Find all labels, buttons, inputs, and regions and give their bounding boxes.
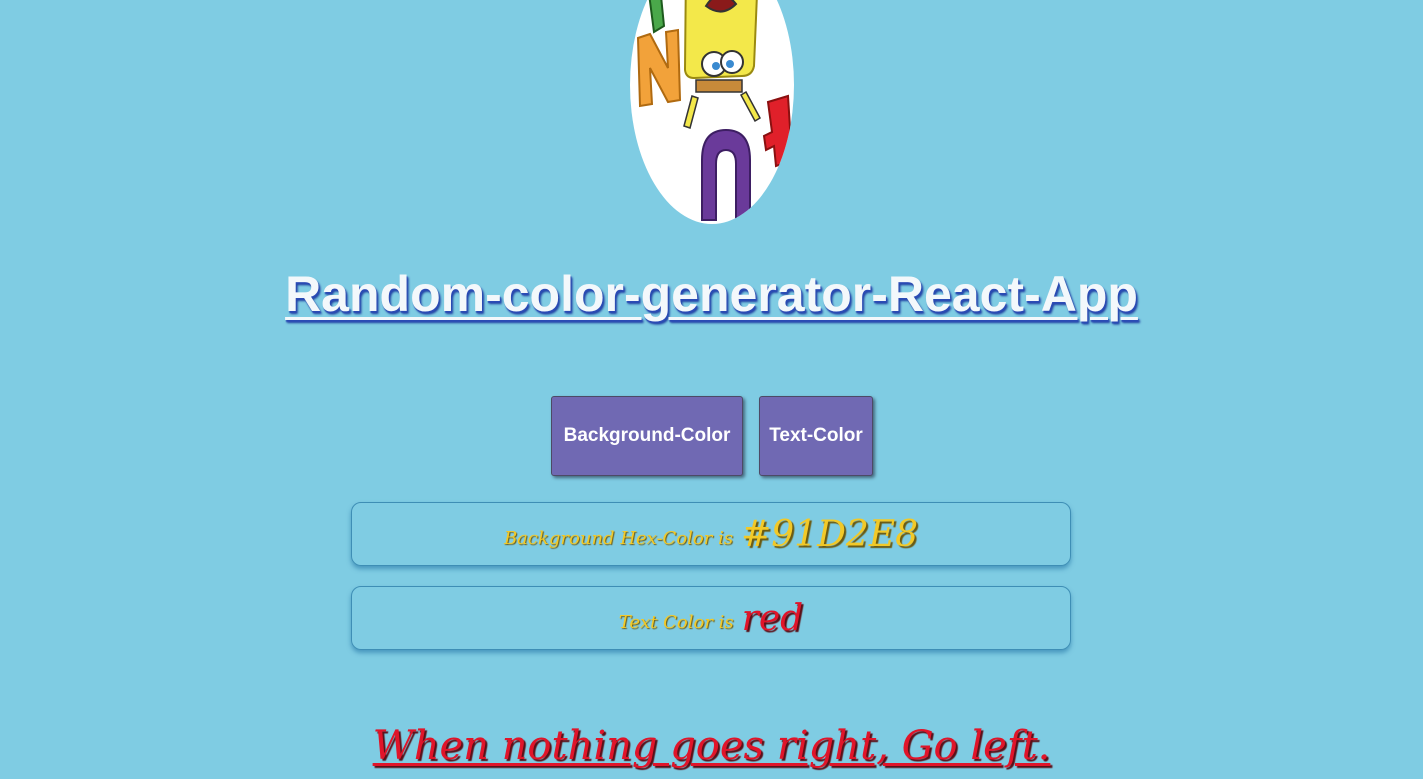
- text-color-value: red: [741, 597, 804, 639]
- background-hex-label: Background Hex-Color is: [503, 527, 734, 549]
- page-title: Random-color-generator-React-App: [285, 266, 1138, 322]
- text-color-info-box: Text Color is red: [351, 586, 1071, 650]
- text-color-button[interactable]: Text-Color: [759, 396, 873, 476]
- background-hex-info-box: Background Hex-Color is #91D2E8: [351, 502, 1071, 566]
- background-hex-value: #91D2E8: [741, 513, 919, 555]
- page-root: Random-color-generator-React-App Backgro…: [0, 0, 1423, 779]
- background-color-button[interactable]: Background-Color: [551, 396, 743, 476]
- text-color-label: Text Color is: [618, 611, 734, 633]
- quote-text: When nothing goes right, Go left.: [372, 723, 1051, 769]
- spongebob-logo-image: [630, 0, 794, 224]
